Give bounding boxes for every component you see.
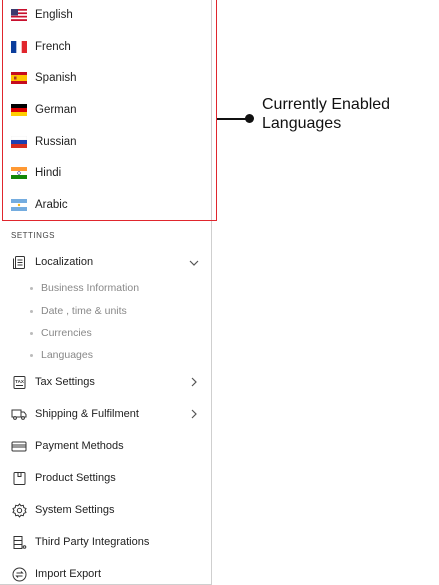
box-icon bbox=[11, 470, 27, 486]
callout-label: Currently Enabled Languages bbox=[262, 95, 432, 133]
menu-item-label: Third Party Integrations bbox=[35, 536, 150, 548]
bullet-dot-icon bbox=[30, 309, 33, 313]
menu-item-label: Shipping & Fulfilment bbox=[35, 408, 139, 420]
callout-line-2: Languages bbox=[262, 115, 342, 132]
chevron-right-icon[interactable] bbox=[189, 407, 199, 421]
menu-item-third-party-integrations[interactable]: Third Party Integrations bbox=[11, 531, 207, 553]
menu-item-import-export[interactable]: Import Export bbox=[11, 563, 207, 585]
bullet-dot-icon bbox=[30, 331, 33, 335]
import-export-icon bbox=[11, 566, 27, 582]
menu-item-payment-methods[interactable]: Payment Methods bbox=[11, 435, 207, 457]
callout-line-1: Currently Enabled bbox=[262, 96, 391, 113]
sub-item-label: Date , time & units bbox=[41, 305, 127, 317]
menu-item-label: Tax Settings bbox=[35, 376, 95, 388]
menu-item-tax-settings[interactable]: TAX Tax Settings bbox=[11, 371, 207, 393]
menu-item-shipping-fulfilment[interactable]: Shipping & Fulfilment bbox=[11, 403, 207, 425]
enabled-languages-highlight bbox=[2, 0, 217, 221]
chevron-right-icon[interactable] bbox=[189, 375, 199, 389]
sub-item-date-time-units[interactable]: Date , time & units bbox=[30, 302, 127, 320]
menu-item-system-settings[interactable]: System Settings bbox=[11, 499, 207, 521]
bullet-dot-icon bbox=[30, 353, 33, 357]
menu-item-label: Product Settings bbox=[35, 472, 116, 484]
menu-item-label: Import Export bbox=[35, 568, 102, 580]
sub-item-languages[interactable]: Languages bbox=[30, 346, 93, 364]
sub-item-business-information[interactable]: Business Information bbox=[30, 279, 139, 297]
chevron-down-icon[interactable] bbox=[189, 256, 199, 270]
integrations-icon bbox=[11, 534, 27, 550]
gear-icon bbox=[11, 502, 27, 518]
menu-item-label: Payment Methods bbox=[35, 440, 124, 452]
menu-item-label: Localization bbox=[35, 256, 94, 268]
truck-icon bbox=[11, 406, 27, 422]
sub-item-label: Currencies bbox=[41, 327, 92, 339]
settings-heading: SETTINGS bbox=[11, 231, 56, 240]
svg-text:TAX: TAX bbox=[15, 379, 24, 384]
sub-item-label: Business Information bbox=[41, 282, 140, 294]
tax-document-icon: TAX bbox=[11, 374, 27, 390]
callout-connector-dot bbox=[245, 114, 254, 123]
menu-item-product-settings[interactable]: Product Settings bbox=[11, 467, 207, 489]
bullet-dot-icon bbox=[30, 286, 33, 290]
document-stack-icon bbox=[11, 254, 27, 270]
menu-item-label: System Settings bbox=[35, 504, 115, 516]
credit-card-icon bbox=[11, 438, 27, 454]
sub-item-currencies[interactable]: Currencies bbox=[30, 324, 92, 342]
menu-item-localization[interactable]: Localization bbox=[11, 251, 207, 273]
sub-item-label: Languages bbox=[41, 349, 93, 361]
